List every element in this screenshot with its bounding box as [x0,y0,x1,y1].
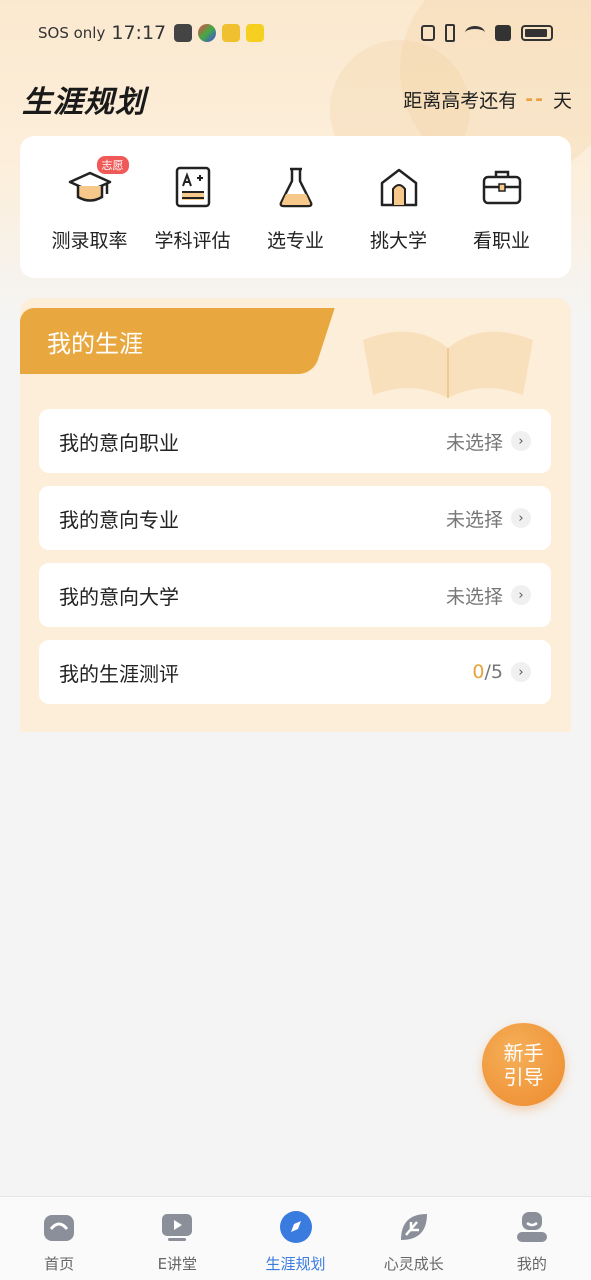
vibrate-icon [445,24,455,42]
quick-action-label: 看职业 [472,230,530,252]
tab-label: 心灵成长 [383,1255,444,1273]
guide-line-1: 新手 [503,1040,544,1065]
compass-icon [278,1209,314,1245]
quick-action-label: 选专业 [266,230,324,252]
app-notification-icon [198,24,217,42]
game-notification-icon [222,24,241,42]
intended-major-row[interactable]: 我的意向专业 未选择 › [39,486,551,550]
chevron-right-icon: › [511,585,531,605]
video-play-icon [159,1209,195,1245]
clock: 17:17 [111,22,167,44]
countdown-prefix: 距离高考还有 [403,89,518,112]
quick-action-view-careers[interactable]: 看职业 [450,136,553,278]
assessment-progress: 0/5 [472,661,503,683]
wifi-icon [465,26,485,40]
grade-report-icon [168,162,218,212]
mail-icon [174,24,193,42]
bottom-tab-bar: 首页 E讲堂 生涯规划 心灵成长 我的 [0,1196,591,1280]
intended-career-row[interactable]: 我的意向职业 未选择 › [39,409,551,473]
tab-label: E讲堂 [157,1255,198,1273]
graduation-cap-icon: 志愿 [65,156,129,212]
tab-label: 生涯规划 [265,1255,326,1273]
intended-university-row[interactable]: 我的意向大学 未选择 › [39,563,551,627]
tab-mine[interactable]: 我的 [473,1197,591,1280]
status-bar: SOS only 17:17 [0,0,591,66]
row-label: 我的意向大学 [59,584,179,609]
my-career-panel: 我的生涯 我的意向职业 未选择 › 我的意向专业 未选择 › 我的意向大学 未选… [20,298,571,732]
chevron-right-icon: › [511,508,531,528]
page-header: 生涯规划 距离高考还有 -- 天 [22,76,572,122]
nfc-icon [421,25,435,41]
notification-icons [174,24,265,42]
quick-action-choose-major[interactable]: 选专业 [244,136,347,278]
open-book-illustration [363,331,533,398]
row-value: 未选择 [445,585,503,608]
alert-icon [495,25,511,41]
row-value: 未选择 [445,508,503,531]
tab-e-lecture[interactable]: E讲堂 [118,1197,236,1280]
game-notification-icon [246,24,265,42]
profile-icon [514,1209,550,1245]
briefcase-icon [477,162,527,212]
guide-line-2: 引导 [503,1064,544,1089]
career-panel-title: 我的生涯 [20,308,302,374]
quick-action-label: 学科评估 [154,230,231,252]
quick-action-label: 测录取率 [51,230,128,252]
quick-action-choose-university[interactable]: 挑大学 [347,136,450,278]
leaf-icon [396,1209,432,1245]
tab-career-planning[interactable]: 生涯规划 [236,1197,354,1280]
row-label: 我的意向专业 [59,507,179,532]
exam-countdown: 距离高考还有 -- 天 [403,86,572,113]
school-building-icon [374,162,424,212]
tab-label: 首页 [44,1255,75,1273]
quick-action-admission-rate[interactable]: 志愿 测录取率 [38,136,141,278]
page-title: 生涯规划 [22,85,146,120]
chevron-right-icon: › [511,431,531,451]
countdown-suffix: 天 [552,89,572,112]
tab-home[interactable]: 首页 [0,1197,118,1280]
assessment-total-count: /5 [484,661,504,683]
volunteer-badge: 志愿 [96,156,129,174]
home-icon [41,1209,77,1245]
beginner-guide-button[interactable]: 新手 引导 [482,1023,565,1106]
row-label: 我的意向职业 [59,430,179,455]
assessment-completed-count: 0 [472,661,485,683]
chevron-right-icon: › [511,662,531,682]
flask-icon [271,162,321,212]
career-assessment-row[interactable]: 我的生涯测评 0/5 › [39,640,551,704]
row-value: 未选择 [445,431,503,454]
row-label: 我的生涯测评 [59,661,179,686]
quick-action-label: 挑大学 [369,230,427,252]
tab-mind-growth[interactable]: 心灵成长 [355,1197,473,1280]
quick-actions-card: 志愿 测录取率 学科评估 选专业 挑大学 看职业 [20,136,571,278]
countdown-days: -- [525,88,545,110]
carrier-text: SOS only [38,24,106,42]
battery-icon [521,25,553,41]
tab-label: 我的 [516,1255,547,1273]
quick-action-subject-evaluation[interactable]: 学科评估 [141,136,244,278]
